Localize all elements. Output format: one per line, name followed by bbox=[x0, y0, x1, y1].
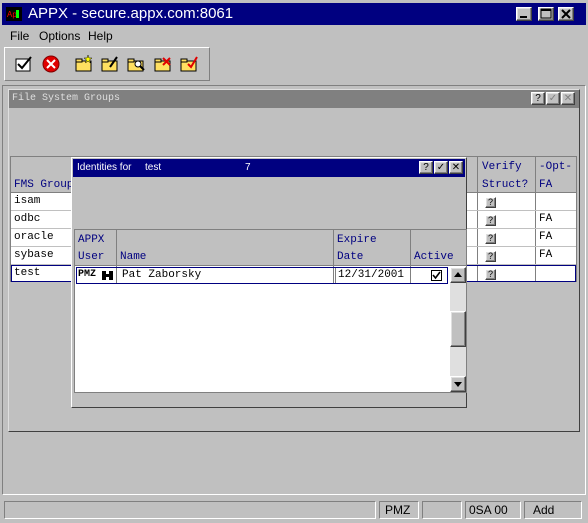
status-db: 0SA 00 bbox=[469, 503, 508, 517]
scan-button[interactable] bbox=[177, 52, 201, 76]
col-opt: -Opt- bbox=[539, 161, 573, 173]
maximize-button[interactable] bbox=[538, 7, 554, 21]
col-fms-group: FMS Group bbox=[14, 179, 74, 191]
opt-cell: FA bbox=[539, 213, 553, 225]
fms-group-cell: odbc bbox=[14, 213, 41, 225]
arrow-down-icon bbox=[454, 382, 462, 387]
dialog-group: test bbox=[145, 162, 162, 173]
status-bar: PMZ 0SA 00 Add bbox=[2, 499, 586, 521]
col-verify: Struct? bbox=[482, 179, 529, 191]
col-appx: APPX bbox=[78, 234, 105, 246]
col-name: Name bbox=[120, 251, 147, 263]
cancel-icon bbox=[42, 55, 60, 73]
fms-group-cell: sybase bbox=[14, 249, 54, 261]
verify-button[interactable]: ? bbox=[485, 269, 496, 280]
fms-group-cell: test bbox=[14, 267, 41, 279]
add-folder-icon bbox=[75, 55, 93, 72]
identity-row[interactable]: PMZ Pat Zaborsky 12/31/2001 bbox=[76, 267, 448, 284]
app-title: APPX - secure.appx.com:8061 bbox=[28, 5, 234, 22]
delete-folder-icon bbox=[154, 57, 171, 72]
opt-cell: FA bbox=[539, 249, 553, 261]
verify-button[interactable]: ? bbox=[485, 233, 496, 244]
menu-help[interactable]: Help bbox=[88, 29, 113, 43]
active-checkbox[interactable] bbox=[431, 270, 442, 281]
verify-button[interactable]: ? bbox=[485, 251, 496, 262]
confirm-button[interactable] bbox=[12, 52, 36, 76]
close-button[interactable] bbox=[558, 7, 574, 21]
close-icon bbox=[561, 9, 571, 19]
col-active: Active bbox=[414, 251, 454, 263]
menu-file[interactable]: File bbox=[10, 29, 29, 43]
vertical-scrollbar[interactable] bbox=[450, 267, 466, 392]
scroll-down-button[interactable] bbox=[450, 376, 466, 392]
scroll-up-button[interactable] bbox=[450, 267, 466, 283]
app-logo-icon: Ap bbox=[6, 7, 22, 21]
change-folder-icon bbox=[101, 56, 118, 72]
confirm-icon bbox=[15, 56, 32, 72]
dialog-close-button[interactable]: ✕ bbox=[449, 161, 463, 174]
status-user: PMZ bbox=[385, 503, 411, 517]
inquire-button[interactable] bbox=[124, 52, 148, 76]
minimize-button[interactable] bbox=[516, 7, 532, 21]
menu-bar: File Options Help bbox=[2, 27, 586, 45]
outer-help-button[interactable]: ? bbox=[531, 92, 545, 105]
dialog-help-button[interactable]: ? bbox=[419, 161, 433, 174]
outer-titlebar: File System Groups ? ✓ ✕ bbox=[9, 90, 579, 108]
expire-date-field[interactable]: 12/31/2001 bbox=[335, 268, 411, 283]
svg-text:Ap: Ap bbox=[7, 10, 17, 19]
dialog-ok-button[interactable]: ✓ bbox=[434, 161, 448, 174]
col-opt: FA bbox=[539, 179, 553, 191]
opt-cell: FA bbox=[539, 231, 553, 243]
toolbar bbox=[4, 47, 210, 81]
app-titlebar: Ap APPX - secure.appx.com:8061 bbox=[2, 3, 586, 25]
outer-ok-button[interactable]: ✓ bbox=[546, 92, 560, 105]
col-expire: Date bbox=[337, 251, 364, 263]
identities-table: APPX User Name Expire Date Active PMZ Pa… bbox=[74, 229, 467, 393]
status-pane-db: 0SA 00 bbox=[465, 501, 521, 519]
dialog-title: Identities for bbox=[77, 162, 132, 173]
dialog-titlebar: Identities for test 7 ? ✓ ✕ bbox=[73, 159, 465, 177]
status-pane-mode: Add bbox=[524, 501, 582, 519]
dialog-count: 7 bbox=[245, 162, 251, 173]
status-mode: Add bbox=[533, 503, 555, 517]
fms-group-cell: oracle bbox=[14, 231, 54, 243]
maximize-icon bbox=[540, 8, 552, 19]
col-expire: Expire bbox=[337, 234, 377, 246]
name-cell: Pat Zaborsky bbox=[122, 269, 202, 281]
inquire-folder-icon bbox=[127, 58, 145, 72]
arrow-up-icon bbox=[454, 272, 462, 277]
identities-dialog: Identities for test 7 ? ✓ ✕ APPX User Na… bbox=[71, 157, 467, 408]
expire-date-value: 12/31/2001 bbox=[338, 269, 405, 281]
change-button[interactable] bbox=[98, 52, 122, 76]
status-pane-blank bbox=[422, 501, 462, 519]
verify-button[interactable]: ? bbox=[485, 215, 496, 226]
user-cell: PMZ bbox=[78, 269, 97, 280]
scan-folder-icon bbox=[180, 56, 198, 72]
status-pane-user: PMZ bbox=[379, 501, 419, 519]
verify-button[interactable]: ? bbox=[485, 197, 496, 208]
status-pane-message bbox=[4, 501, 376, 519]
user-lookup-icon[interactable] bbox=[101, 269, 115, 282]
minimize-icon bbox=[520, 16, 527, 18]
add-button[interactable] bbox=[72, 52, 96, 76]
cancel-button[interactable] bbox=[39, 52, 63, 76]
scroll-thumb[interactable] bbox=[450, 311, 466, 347]
col-user: User bbox=[78, 251, 105, 263]
col-verify: Verify bbox=[482, 161, 522, 173]
check-icon bbox=[432, 271, 441, 280]
delete-button[interactable] bbox=[151, 52, 175, 76]
menu-options[interactable]: Options bbox=[39, 29, 80, 43]
fms-group-cell: isam bbox=[14, 195, 41, 207]
outer-close-button[interactable]: ✕ bbox=[561, 92, 575, 105]
outer-title: File System Groups bbox=[12, 93, 121, 104]
